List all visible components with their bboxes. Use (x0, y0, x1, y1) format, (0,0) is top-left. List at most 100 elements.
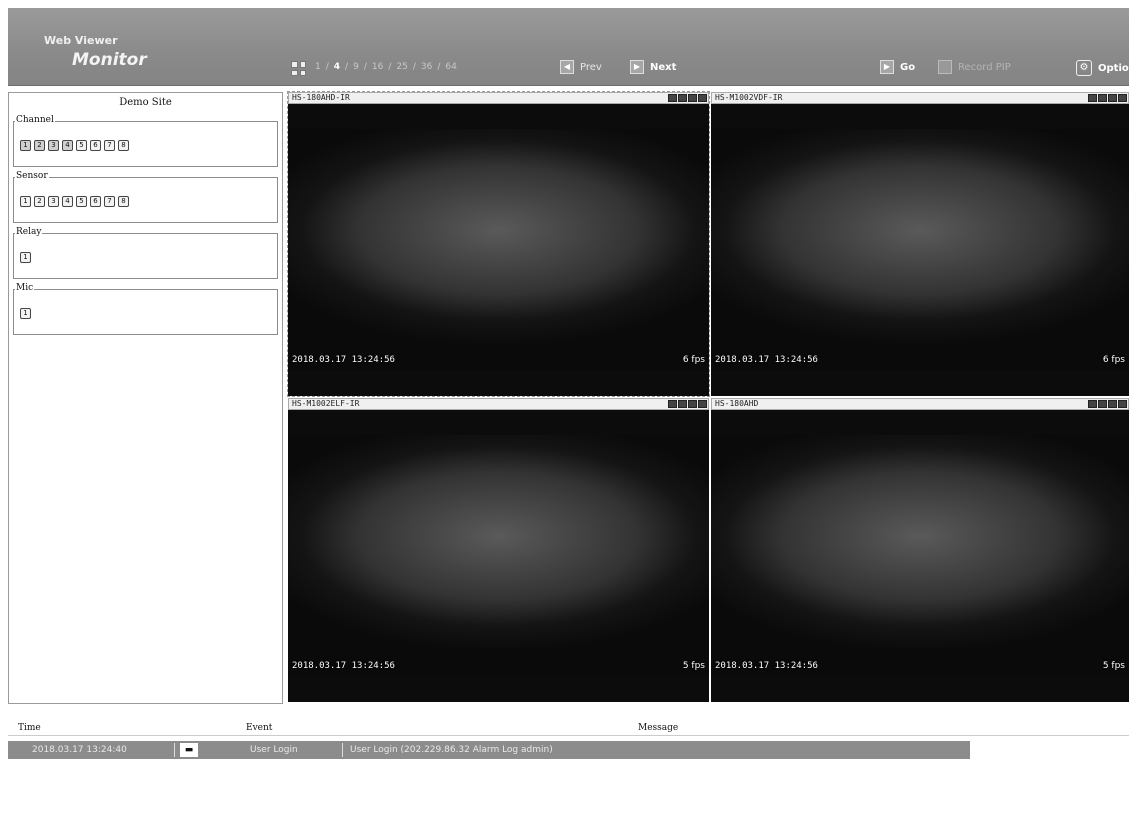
close-icon[interactable] (698, 94, 707, 102)
camera-title-bar: HS-180AHD (711, 398, 1129, 410)
camera-fps: 6 fps (682, 355, 705, 365)
close-icon[interactable] (1118, 94, 1127, 102)
camera-controls (668, 94, 707, 102)
brand-subtitle: Web Viewer (44, 34, 118, 47)
channel-button-4[interactable]: 4 (62, 140, 73, 151)
mic-button-1[interactable]: 1 (20, 308, 31, 319)
log-header: Time Event Message (8, 714, 1129, 736)
split-separator: / (363, 62, 367, 72)
camera-title-bar: HS-M1002VDF-IR (711, 92, 1129, 104)
audio-icon[interactable] (688, 400, 697, 408)
go-button[interactable]: ▶ Go (880, 60, 915, 74)
split-separator: / (437, 62, 441, 72)
sensor-button-7[interactable]: 7 (104, 196, 115, 207)
split-separator: / (388, 62, 392, 72)
camera-controls (668, 400, 707, 408)
snapshot-icon[interactable] (668, 400, 677, 408)
camera-name: HS-180AHD (715, 399, 759, 408)
split-layout-icon[interactable] (291, 61, 306, 76)
record-icon[interactable] (1098, 400, 1107, 408)
button-row: 12345678 (20, 140, 129, 151)
relay-button-1[interactable]: 1 (20, 252, 31, 263)
channel-button-6[interactable]: 6 (90, 140, 101, 151)
record-icon (938, 60, 952, 74)
camera-video-feed[interactable]: 2018.03.17 13:24:56 6 fps (288, 129, 709, 370)
button-row: 1 (20, 308, 31, 319)
channel-button-3[interactable]: 3 (48, 140, 59, 151)
camera-controls (1088, 94, 1127, 102)
audio-icon[interactable] (688, 94, 697, 102)
record-icon[interactable] (1098, 94, 1107, 102)
split-option-9[interactable]: 9 (353, 62, 359, 72)
sensor-button-6[interactable]: 6 (90, 196, 101, 207)
sensor-button-2[interactable]: 2 (34, 196, 45, 207)
camera-video-feed[interactable]: 2018.03.17 13:24:56 6 fps (711, 129, 1129, 370)
split-separator: / (345, 62, 349, 72)
channel-button-2[interactable]: 2 (34, 140, 45, 151)
group-label: Relay (15, 227, 43, 237)
event-log: Time Event Message 2018.03.17 13:24:40 ▬… (8, 714, 1129, 834)
snapshot-icon[interactable] (1088, 94, 1097, 102)
channel-button-1[interactable]: 1 (20, 140, 31, 151)
channel-button-8[interactable]: 8 (118, 140, 129, 151)
split-option-4[interactable]: 4 (334, 62, 340, 72)
camera-video-feed[interactable]: 2018.03.17 13:24:56 5 fps (711, 435, 1129, 676)
option-label: Optio (1098, 62, 1129, 74)
log-message: User Login (202.229.86.32 Alarm Log admi… (350, 745, 553, 755)
split-mode-list: 1 / 4 / 9 / 16 / 25 / 36 / 64 (315, 62, 457, 72)
group-label: Channel (15, 115, 55, 125)
mic-group: Mic 1 (13, 283, 278, 335)
log-row[interactable]: 2018.03.17 13:24:40 ▬ User Login User Lo… (8, 741, 970, 759)
record-icon[interactable] (678, 94, 687, 102)
sensor-button-3[interactable]: 3 (48, 196, 59, 207)
channel-button-7[interactable]: 7 (104, 140, 115, 151)
camera-timestamp: 2018.03.17 13:24:56 (292, 355, 395, 365)
snapshot-icon[interactable] (1088, 400, 1097, 408)
camera-video-feed[interactable]: 2018.03.17 13:24:56 5 fps (288, 435, 709, 676)
camera-name: HS-M1002ELF-IR (292, 399, 360, 408)
close-icon[interactable] (1118, 400, 1127, 408)
split-option-1[interactable]: 1 (315, 62, 321, 72)
channel-button-5[interactable]: 5 (76, 140, 87, 151)
next-icon: ▶ (630, 60, 644, 74)
camera-timestamp: 2018.03.17 13:24:56 (292, 661, 395, 671)
split-option-25[interactable]: 25 (396, 62, 407, 72)
camera-fps: 5 fps (682, 661, 705, 671)
site-name: Demo Site (119, 97, 172, 108)
record-icon[interactable] (678, 400, 687, 408)
split-option-64[interactable]: 64 (445, 62, 456, 72)
snapshot-icon[interactable] (668, 94, 677, 102)
audio-icon[interactable] (1108, 400, 1117, 408)
sensor-button-4[interactable]: 4 (62, 196, 73, 207)
camera-tile[interactable]: HS-M1002ELF-IR 2018.03.17 13:24:56 5 fps (288, 398, 709, 702)
next-button[interactable]: ▶ Next (630, 60, 676, 74)
group-label: Mic (15, 283, 35, 293)
camera-fps: 5 fps (1102, 661, 1125, 671)
camera-tile[interactable]: HS-180AHD 2018.03.17 13:24:56 5 fps (711, 398, 1129, 702)
split-option-16[interactable]: 16 (372, 62, 383, 72)
camera-tile[interactable]: HS-180AHD-IR 2018.03.17 13:24:56 6 fps (287, 91, 710, 397)
camera-timestamp: 2018.03.17 13:24:56 (715, 355, 818, 365)
brand-title: Monitor (72, 50, 147, 70)
split-option-36[interactable]: 36 (421, 62, 432, 72)
header-toolbar: Web Viewer Monitor 1 / 4 / 9 / 16 / 25 / 36 / 64 ◀ P… (8, 8, 1129, 86)
close-icon[interactable] (698, 400, 707, 408)
record-pip-button[interactable]: Record PIP (938, 60, 1011, 74)
sensor-button-5[interactable]: 5 (76, 196, 87, 207)
channel-group: Channel 1 2 3 4 5 6 7 8 (13, 115, 278, 167)
log-time: 2018.03.17 13:24:40 (32, 745, 127, 755)
camera-tile[interactable]: HS-M1002VDF-IR 2018.03.17 13:24:56 6 fps (711, 92, 1129, 396)
lock-icon: ▬ (180, 743, 198, 757)
option-button[interactable]: ⚙ Optio (1076, 60, 1129, 76)
go-icon: ▶ (880, 60, 894, 74)
split-separator: / (412, 62, 416, 72)
sensor-button-1[interactable]: 1 (20, 196, 31, 207)
record-label: Record PIP (958, 61, 1011, 73)
next-label: Next (650, 61, 677, 73)
video-image (711, 435, 1129, 676)
prev-button[interactable]: ◀ Prev (560, 60, 602, 74)
audio-icon[interactable] (1108, 94, 1117, 102)
button-row: 12345678 (20, 196, 129, 207)
video-image (711, 129, 1129, 370)
sensor-button-8[interactable]: 8 (118, 196, 129, 207)
